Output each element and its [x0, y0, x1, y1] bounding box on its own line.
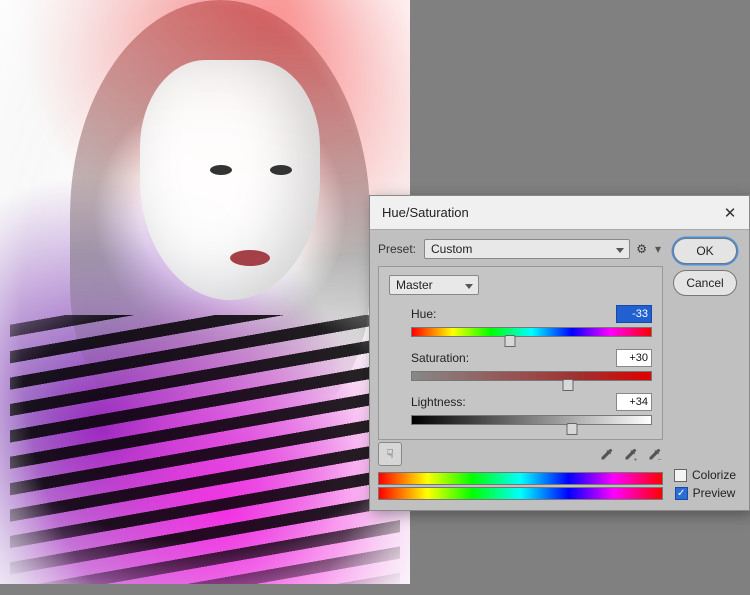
- cancel-button[interactable]: Cancel: [673, 270, 737, 296]
- hue-bar-top: [378, 472, 663, 485]
- close-icon: ✕: [724, 204, 737, 222]
- hue-saturation-dialog: Hue/Saturation ✕ Preset: Custom ▾ Master: [369, 195, 750, 511]
- art-face: [140, 60, 320, 300]
- saturation-slider[interactable]: [411, 371, 652, 383]
- lightness-slider-thumb[interactable]: [567, 423, 578, 435]
- preset-menu-caret-icon: ▾: [653, 242, 663, 256]
- canvas-image-area: [0, 0, 410, 595]
- targeted-adjust-button[interactable]: ☟: [378, 442, 402, 466]
- lightness-slider[interactable]: [411, 415, 652, 427]
- cancel-button-label: Cancel: [686, 276, 723, 290]
- preview-label: Preview: [693, 486, 736, 500]
- dialog-title: Hue/Saturation: [382, 205, 469, 220]
- hand-point-icon: ☟: [386, 447, 393, 461]
- preset-dropdown[interactable]: Custom: [424, 239, 630, 259]
- saturation-value-input[interactable]: [616, 349, 652, 367]
- saturation-label: Saturation:: [411, 351, 616, 365]
- hsl-panel: Master Hue: Sat: [378, 266, 663, 440]
- colorize-checkbox[interactable]: Colorize: [674, 468, 736, 482]
- hue-slider-thumb[interactable]: [504, 335, 515, 347]
- hue-range-display: [378, 472, 663, 500]
- preset-menu-button[interactable]: [630, 238, 653, 260]
- lightness-label: Lightness:: [411, 395, 616, 409]
- ok-button[interactable]: OK: [673, 238, 737, 264]
- close-button[interactable]: ✕: [721, 204, 739, 222]
- eyedropper-add-button[interactable]: +: [621, 445, 639, 463]
- hue-label: Hue:: [411, 307, 616, 321]
- saturation-slider-thumb[interactable]: [562, 379, 573, 391]
- svg-text:+: +: [633, 456, 637, 462]
- hue-bar-bottom: [378, 487, 663, 500]
- art-eye-r: [270, 165, 292, 175]
- canvas-bottom-border: [0, 584, 750, 595]
- saturation-slider-track: [411, 371, 652, 381]
- eyedropper-subtract-button[interactable]: −: [645, 445, 663, 463]
- lightness-slider-track: [411, 415, 652, 425]
- preview-checkbox[interactable]: ✓ Preview: [675, 486, 736, 500]
- hue-group: Hue:: [389, 305, 652, 339]
- lightness-value-input[interactable]: [616, 393, 652, 411]
- dialog-titlebar[interactable]: Hue/Saturation ✕: [370, 196, 749, 230]
- eyedropper-plus-icon: +: [623, 447, 638, 462]
- art-stripes: [10, 315, 400, 585]
- channel-dropdown-value: Master: [396, 278, 433, 292]
- preset-dropdown-value: Custom: [431, 242, 472, 256]
- eyedropper-button[interactable]: [597, 445, 615, 463]
- lightness-group: Lightness:: [389, 393, 652, 427]
- eyedropper-icon: [599, 447, 614, 462]
- colorize-label: Colorize: [692, 468, 736, 482]
- art-lips: [230, 250, 270, 266]
- hue-slider[interactable]: [411, 327, 652, 339]
- hue-value-input[interactable]: [616, 305, 652, 323]
- hue-slider-track: [411, 327, 652, 337]
- channel-dropdown[interactable]: Master: [389, 275, 479, 295]
- preset-label: Preset:: [378, 242, 424, 256]
- saturation-group: Saturation:: [389, 349, 652, 383]
- svg-text:−: −: [657, 456, 661, 462]
- eyedropper-minus-icon: −: [647, 447, 662, 462]
- ok-button-label: OK: [696, 244, 713, 258]
- art-eye-l: [210, 165, 232, 175]
- checkbox-icon: [674, 469, 687, 482]
- artwork-preview: [0, 0, 410, 595]
- checkbox-checked-icon: ✓: [675, 487, 688, 500]
